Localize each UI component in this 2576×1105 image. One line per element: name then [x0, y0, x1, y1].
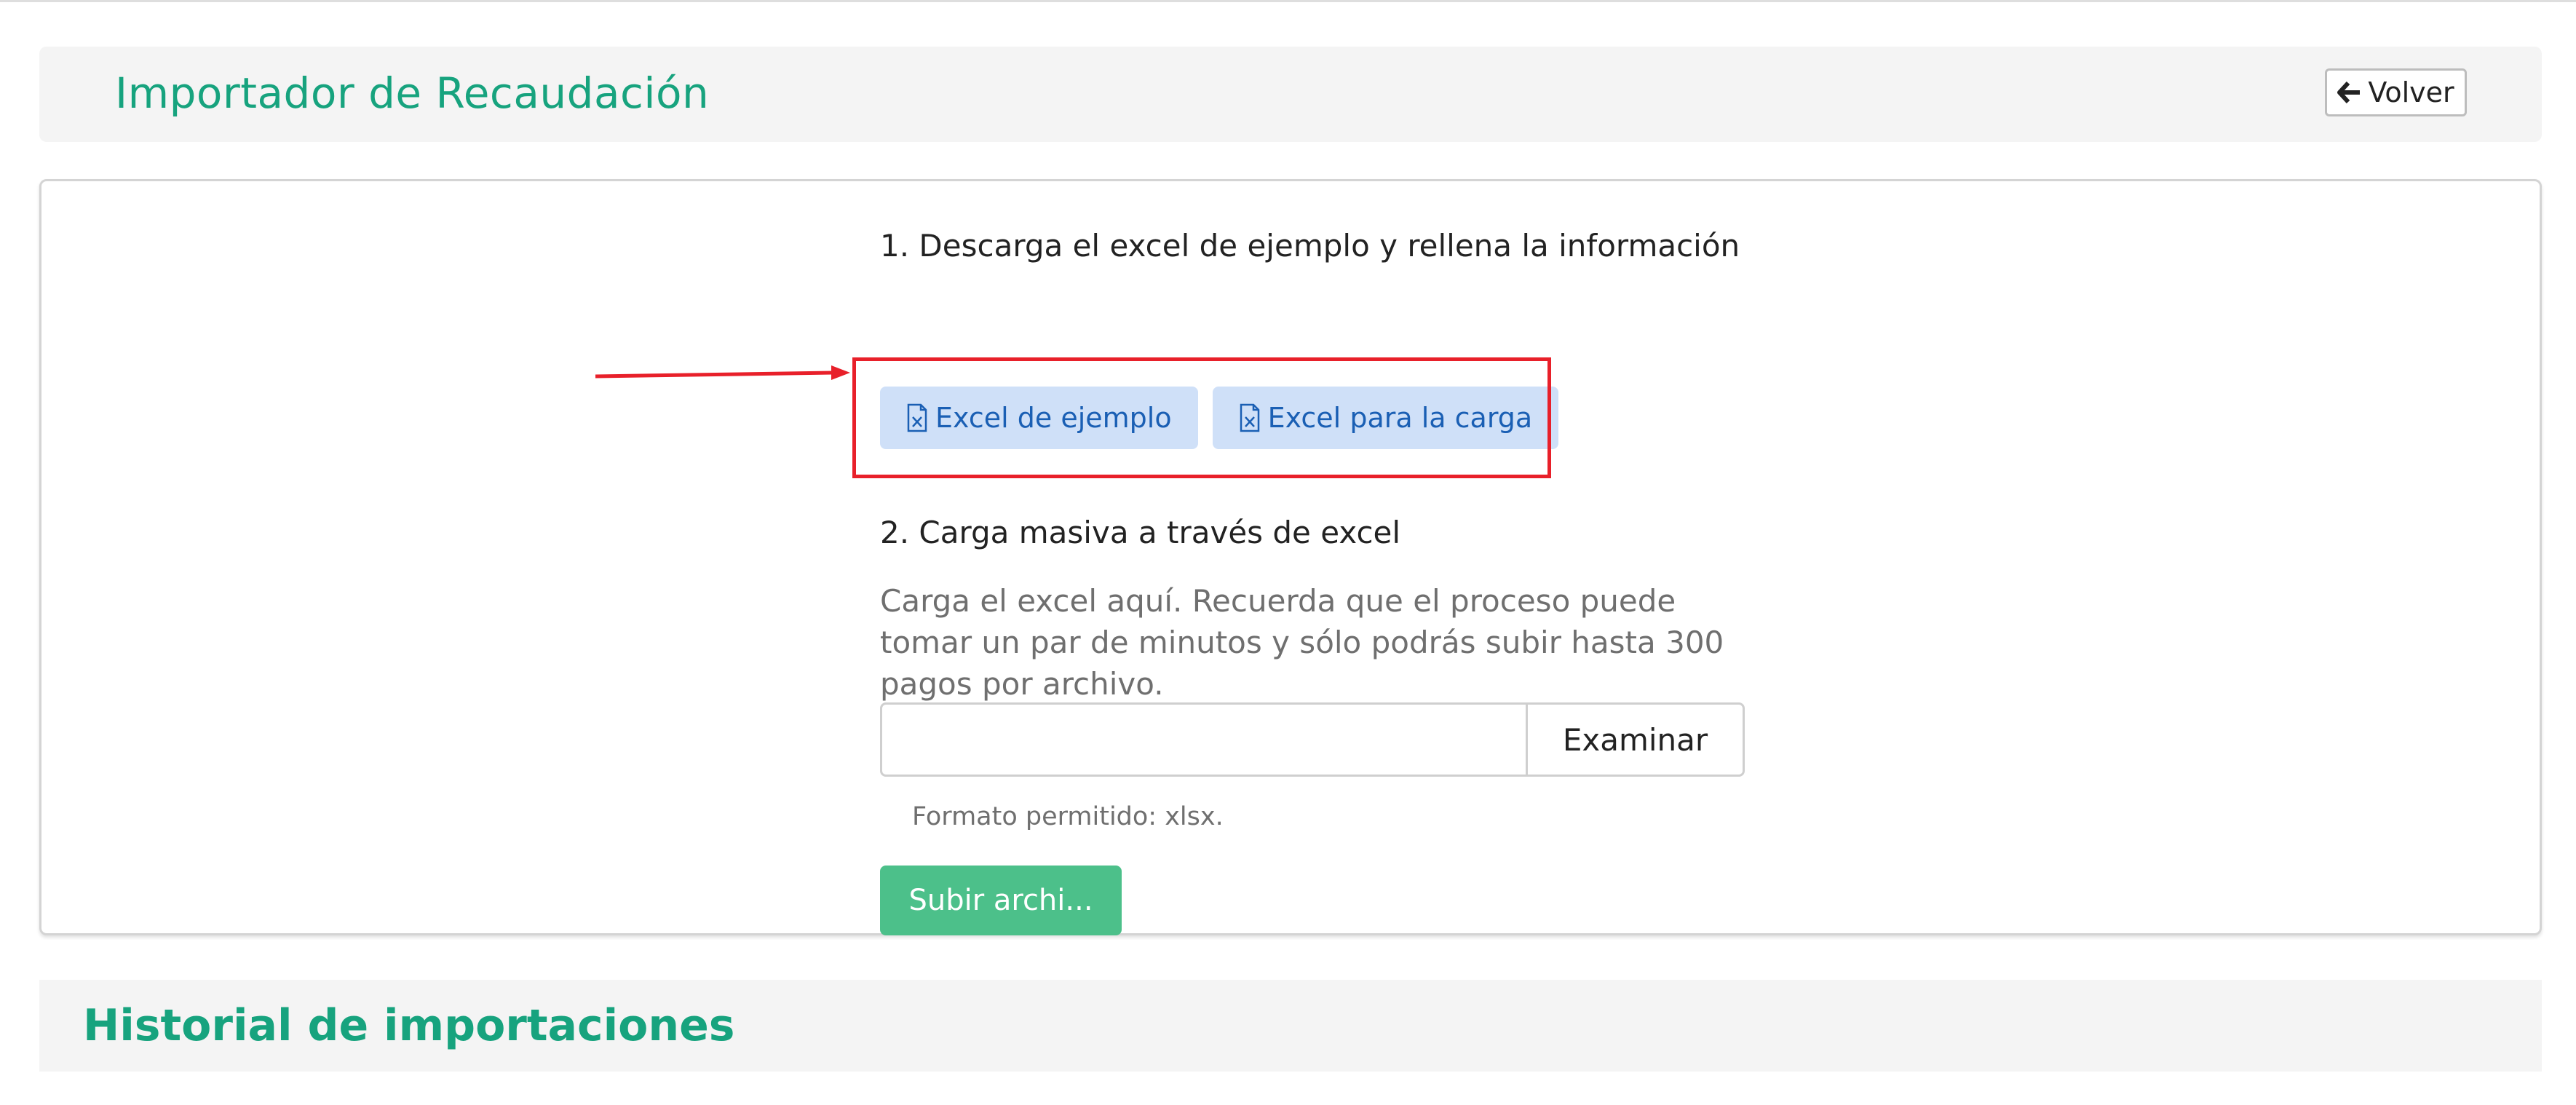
back-button-label: Volver	[2368, 76, 2454, 108]
excel-file-icon	[907, 403, 927, 432]
excel-button-row: Excel de ejemplo Excel para la carga	[880, 387, 1559, 449]
example-excel-label: Excel de ejemplo	[935, 402, 1172, 434]
history-title: Historial de importaciones	[83, 1000, 735, 1051]
excel-file-icon	[1240, 403, 1259, 432]
format-hint: Formato permitido: xlsx.	[912, 802, 1224, 831]
back-button[interactable]: Volver	[2325, 68, 2467, 116]
page-title: Importador de Recaudación	[115, 68, 710, 118]
import-form: 1. Descarga el excel de ejemplo y rellen…	[852, 225, 1745, 935]
page: Importador de Recaudación Volver 1. Desc…	[0, 0, 2576, 1105]
file-input[interactable]	[882, 705, 1526, 775]
browse-button[interactable]: Examinar	[1526, 705, 1743, 775]
arrow-left-icon	[2337, 82, 2361, 103]
annotation-arrow	[595, 365, 850, 380]
step1-text: 1. Descarga el excel de ejemplo y rellen…	[880, 228, 1740, 264]
file-input-group: Examinar	[880, 702, 1745, 777]
upload-excel-template-button[interactable]: Excel para la carga	[1212, 387, 1559, 449]
page-header: Importador de Recaudación Volver	[39, 47, 2542, 142]
history-section: Historial de importaciones	[39, 980, 2542, 1072]
example-excel-button[interactable]: Excel de ejemplo	[880, 387, 1198, 449]
import-card: 1. Descarga el excel de ejemplo y rellen…	[39, 179, 2542, 935]
upload-button[interactable]: Subir archi...	[880, 866, 1122, 935]
help-text: Carga el excel aquí. Recuerda que el pro…	[880, 583, 1724, 702]
upload-excel-template-label: Excel para la carga	[1267, 402, 1533, 434]
step2-text: 2. Carga masiva a través de excel	[880, 515, 1401, 550]
